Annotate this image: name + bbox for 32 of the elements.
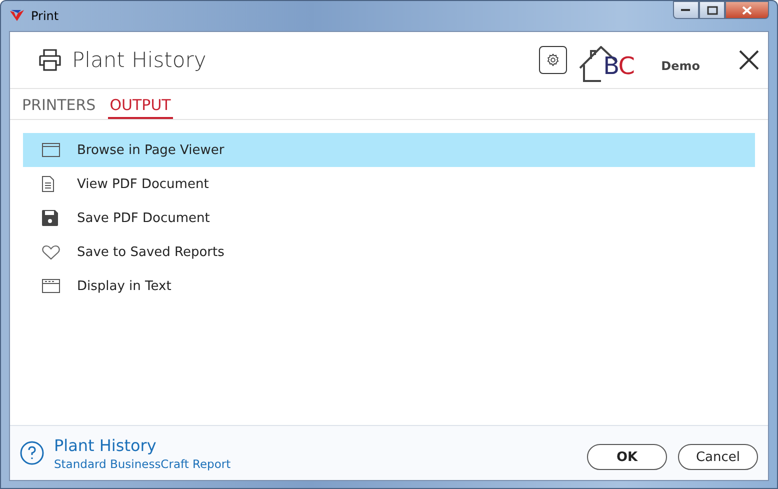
- output-option[interactable]: Display in Text: [23, 269, 755, 303]
- close-button[interactable]: [738, 49, 760, 71]
- report-title: Plant History: [54, 436, 158, 454]
- tab[interactable]: OUTPUT: [108, 89, 173, 119]
- maximize-button[interactable]: [699, 1, 725, 19]
- output-option[interactable]: Browse in Page Viewer: [23, 133, 755, 167]
- output-option[interactable]: Save PDF Document: [23, 201, 755, 235]
- dialog-title: Plant History: [72, 48, 206, 72]
- maximize-icon: [706, 6, 718, 14]
- settings-button[interactable]: [539, 46, 568, 74]
- ok-button[interactable]: OK: [587, 444, 667, 470]
- logo-initials: BC: [603, 52, 634, 80]
- heart-icon: [42, 244, 60, 260]
- tab[interactable]: PRINTERS: [20, 89, 98, 119]
- logo-caption: Demo: [661, 59, 700, 73]
- output-option[interactable]: Save to Saved Reports: [23, 235, 755, 269]
- app-logo-icon: [9, 9, 25, 23]
- minimize-button[interactable]: [673, 1, 699, 19]
- text-window-icon: [42, 279, 60, 293]
- printer-icon: [38, 49, 62, 71]
- minimize-icon: [681, 8, 691, 12]
- close-icon: [742, 6, 752, 14]
- document-icon: [42, 176, 54, 192]
- cancel-button[interactable]: Cancel: [678, 444, 758, 470]
- help-icon[interactable]: [20, 441, 44, 465]
- output-option[interactable]: View PDF Document: [23, 167, 755, 201]
- close-icon: [738, 49, 760, 71]
- window-icon: [42, 143, 60, 157]
- close-window-button[interactable]: [725, 1, 769, 19]
- report-subtitle: Standard BusinessCraft Report: [54, 456, 231, 470]
- settings-icon: [546, 52, 560, 68]
- window-title: Print: [31, 9, 59, 23]
